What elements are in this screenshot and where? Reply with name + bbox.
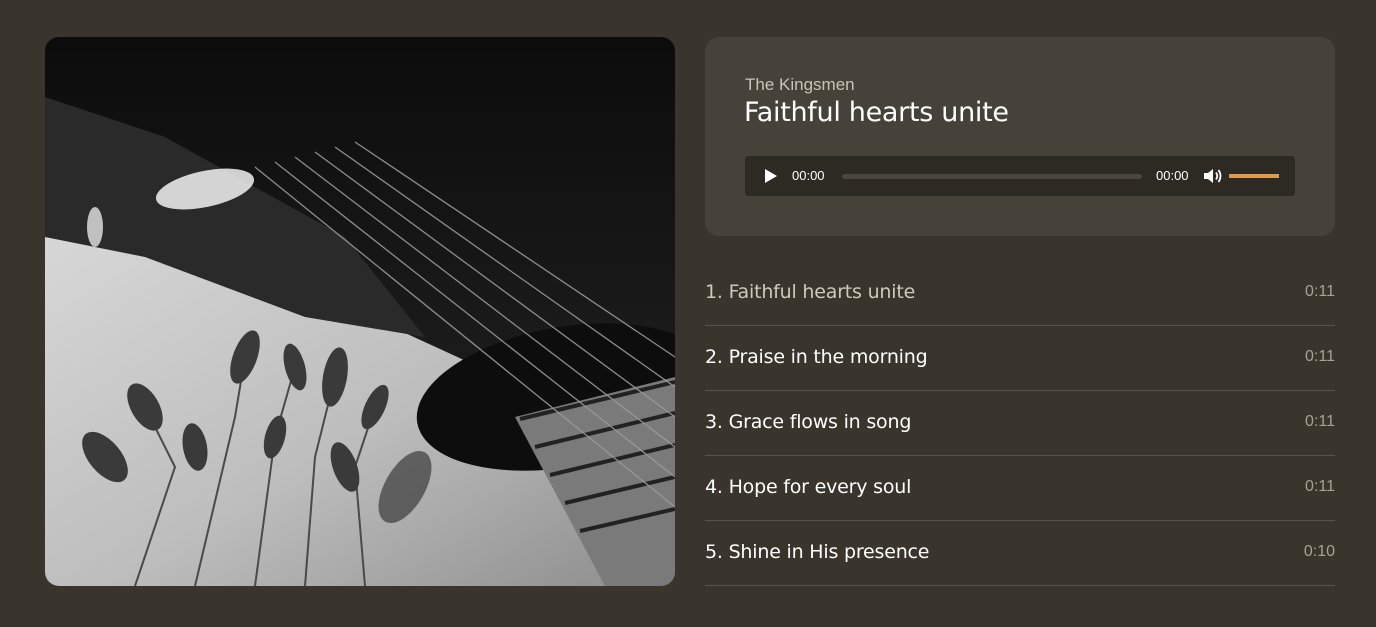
- playlist-item[interactable]: 1. Faithful hearts unite 0:11: [705, 261, 1335, 326]
- total-time: 00:00: [1156, 168, 1189, 183]
- playlist-item-title: 2. Praise in the morning: [705, 346, 928, 368]
- now-playing-card: The Kingsmen Faithful hearts unite 00:00…: [705, 37, 1335, 236]
- volume-level: [1229, 174, 1279, 178]
- album-cover-image: [45, 37, 675, 586]
- playlist-item-title: 5. Shine in His presence: [705, 541, 930, 563]
- playlist-item-duration: 0:11: [1305, 478, 1335, 495]
- audio-player: 00:00 00:00: [745, 156, 1295, 196]
- playlist-item[interactable]: 2. Praise in the morning 0:11: [705, 326, 1335, 391]
- playlist: 1. Faithful hearts unite 0:11 2. Praise in…: [705, 261, 1335, 586]
- artist-name: The Kingsmen: [745, 75, 855, 94]
- playlist-item[interactable]: 5. Shine in His presence 0:10: [705, 521, 1335, 586]
- playlist-item[interactable]: 3. Grace flows in song 0:11: [705, 391, 1335, 456]
- play-button[interactable]: [763, 168, 779, 184]
- track-title: Faithful hearts unite: [744, 97, 1009, 128]
- playlist-item-duration: 0:11: [1305, 283, 1335, 300]
- playlist-item-duration: 0:11: [1305, 348, 1335, 365]
- playlist-item[interactable]: 4. Hope for every soul 0:11: [705, 456, 1335, 521]
- playlist-item-title: 3. Grace flows in song: [705, 411, 912, 433]
- speaker-icon: [1204, 169, 1222, 183]
- album-cover: [45, 37, 675, 586]
- playlist-item-duration: 0:10: [1303, 543, 1335, 560]
- playlist-item-duration: 0:11: [1305, 413, 1335, 430]
- mute-button[interactable]: [1203, 167, 1223, 185]
- current-time: 00:00: [792, 168, 825, 183]
- volume-slider[interactable]: [1229, 174, 1279, 178]
- playlist-item-title: 4. Hope for every soul: [705, 476, 912, 498]
- playlist-item-title: 1. Faithful hearts unite: [705, 281, 916, 303]
- progress-slider[interactable]: [842, 174, 1142, 179]
- play-icon: [765, 169, 777, 183]
